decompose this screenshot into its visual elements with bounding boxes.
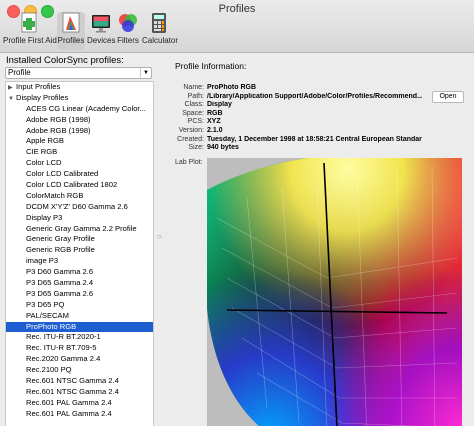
- info-row: Created: Tuesday, 1 December 1998 at 18:5…: [166, 136, 466, 145]
- first-aid-icon: [21, 12, 37, 33]
- info-value: /Library/Application Support/Adobe/Color…: [207, 92, 422, 100]
- chevron-down-icon: ▼: [140, 68, 151, 78]
- profile-list-item[interactable]: P3 D65 Gamma 2.6: [6, 289, 153, 300]
- disclosure-collapsed-icon[interactable]: ▶: [8, 83, 16, 93]
- lab-plot-label: Lab Plot:: [175, 159, 203, 166]
- info-value: RGB: [207, 109, 223, 117]
- info-value: Display: [207, 101, 232, 109]
- info-value: Tuesday, 1 December 1998 at 18:58:21 Cen…: [207, 135, 422, 143]
- profile-list-item[interactable]: Color LCD: [6, 158, 153, 169]
- profile-list-item[interactable]: Color LCD Calibrated 1802: [6, 180, 153, 191]
- group-display-profiles[interactable]: ▼ Display Profiles: [6, 93, 153, 104]
- info-value: ProPhoto RGB: [207, 84, 256, 91]
- info-row: Size: 940 bytes: [166, 144, 466, 153]
- toolbar-profile-first-aid[interactable]: Profile First Aid: [3, 12, 57, 50]
- profile-list-item[interactable]: P3 D60 Gamma 2.6: [6, 267, 153, 278]
- info-row: Version: 2.1.0: [166, 127, 466, 136]
- lab-plot[interactable]: [207, 158, 462, 426]
- profile-list-item[interactable]: Adobe RGB (1998): [6, 126, 153, 137]
- disclosure-expanded-icon[interactable]: ▼: [8, 94, 16, 104]
- info-key: Created:: [177, 135, 204, 143]
- profile-list-item[interactable]: DCDM X'Y'Z' D60 Gamma 2.6: [6, 202, 153, 213]
- info-value: XYZ: [207, 118, 221, 126]
- info-row: Space: RGB: [166, 110, 466, 119]
- toolbar-filters[interactable]: Filters: [116, 12, 140, 50]
- profile-list-item[interactable]: P3 D65 Gamma 2.4: [6, 278, 153, 289]
- info-key: Name:: [183, 84, 204, 91]
- profiles-window: Profiles Profile First Aid Profiles Devi…: [0, 0, 474, 426]
- info-key: Version:: [178, 126, 204, 134]
- profile-list-item[interactable]: Generic RGB Profile: [6, 245, 153, 256]
- profile-list-item[interactable]: Rec. ITU-R BT.709-5: [6, 343, 153, 354]
- profile-list-item[interactable]: Rec. ITU-R BT.2020-1: [6, 332, 153, 343]
- toolbar-profiles[interactable]: Profiles: [57, 12, 85, 50]
- profile-list-item[interactable]: Generic Gray Gamma 2.2 Profile: [6, 224, 153, 235]
- profiles-sidebar: Installed ColorSync profiles: Profile ▼ …: [0, 53, 158, 426]
- profile-list-item[interactable]: ColorMatch RGB: [6, 191, 153, 202]
- info-key: Size:: [188, 144, 204, 152]
- profile-info-panel: Profile Information: Name: ProPhoto RGB Pa…: [166, 53, 474, 426]
- profile-list-item[interactable]: ACES CG Linear (Academy Color...: [6, 104, 153, 115]
- filters-icon: [119, 14, 137, 32]
- info-value: 2.1.0: [207, 126, 223, 134]
- profile-list-item[interactable]: ProPhoto RGB: [6, 321, 153, 333]
- profile-list-item[interactable]: Rec.601 NTSC Gamma 2.4: [6, 376, 153, 387]
- group-input-profiles[interactable]: ▶ Input Profiles: [6, 82, 153, 93]
- info-row: Path:/Library/Application Support/Adobe/…: [166, 93, 466, 102]
- profile-info-heading: Profile Information:: [175, 61, 247, 71]
- info-key: Space:: [182, 109, 204, 117]
- profile-list-item[interactable]: CIE RGB: [6, 147, 153, 158]
- profile-list-item[interactable]: Adobe RGB (1998): [6, 115, 153, 126]
- title-bar: Profiles Profile First Aid Profiles Devi…: [0, 0, 474, 53]
- profile-info-fields: Name: ProPhoto RGB Path:/Library/Applicati…: [166, 84, 466, 153]
- sidebar-header: Installed ColorSync profiles:: [6, 55, 124, 66]
- info-key: Class:: [184, 101, 204, 109]
- info-key: PCS:: [187, 118, 204, 126]
- profile-list-item[interactable]: PAL/SECAM: [6, 311, 153, 322]
- profile-list-item[interactable]: Display P3: [6, 213, 153, 224]
- toolbar-calculator[interactable]: Calculator: [142, 12, 178, 50]
- calculator-icon: [152, 13, 166, 33]
- profile-list-item[interactable]: Rec.601 PAL Gamma 2.4: [6, 409, 153, 420]
- profile-list[interactable]: ▶ Input Profiles ▼ Display Profiles ACES C…: [5, 81, 154, 426]
- profile-list-item[interactable]: Rec.601 NTSC Gamma 2.4: [6, 387, 153, 398]
- open-button[interactable]: Open: [432, 91, 464, 103]
- split-view-handle[interactable]: ○: [157, 232, 162, 241]
- info-row: PCS: XYZ: [166, 118, 466, 127]
- profile-list-item[interactable]: image P3: [6, 256, 153, 267]
- devices-icon: [92, 15, 110, 33]
- info-row: Name: ProPhoto RGB: [166, 84, 466, 93]
- profile-list-item[interactable]: Color LCD Calibrated: [6, 169, 153, 180]
- profile-list-item[interactable]: Rec.2100 PQ: [6, 365, 153, 376]
- profile-list-item[interactable]: Generic Gray Profile: [6, 234, 153, 245]
- info-row: Class: Display: [166, 101, 466, 110]
- profile-filter-value: Profile: [8, 68, 31, 77]
- profile-list-item[interactable]: Apple RGB: [6, 136, 153, 147]
- toolbar-devices[interactable]: Devices: [87, 12, 115, 50]
- profiles-icon: [62, 12, 80, 33]
- profile-list-item[interactable]: P3 D65 PQ: [6, 300, 153, 311]
- profile-filter-select[interactable]: Profile ▼: [5, 67, 152, 79]
- info-value: 940 bytes: [207, 144, 239, 152]
- info-key: Path:: [187, 92, 204, 100]
- profile-list-item[interactable]: Rec.601 PAL Gamma 2.4: [6, 398, 153, 409]
- profile-list-item[interactable]: Rec.2020 Gamma 2.4: [6, 354, 153, 365]
